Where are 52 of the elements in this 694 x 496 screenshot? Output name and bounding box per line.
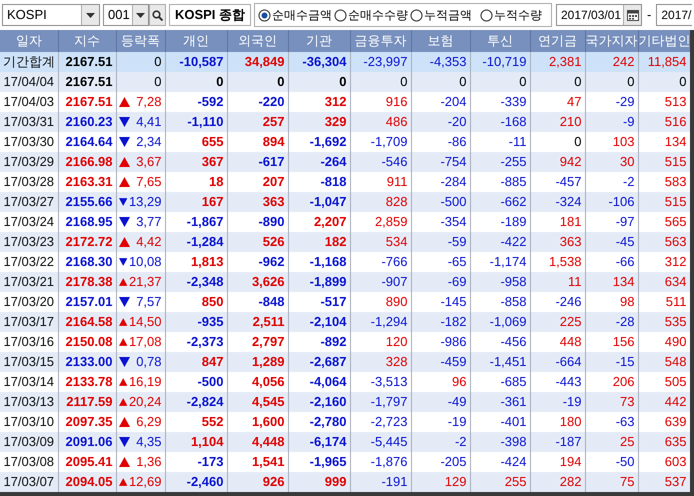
mode-radio[interactable]: 순매수수량 — [334, 6, 408, 24]
change-value: 3,67 — [136, 153, 162, 172]
mode-radio[interactable]: 누적수량 — [480, 6, 548, 24]
change-value: 0,78 — [136, 353, 162, 372]
change-value: 7,57 — [136, 293, 162, 312]
change-value: 1,36 — [136, 453, 162, 472]
start-date-field[interactable]: 2017/03/01 — [556, 4, 642, 26]
change-value: 21,37 — [128, 273, 162, 292]
change-value: 0 — [154, 53, 162, 72]
change-value: 3,77 — [136, 213, 162, 232]
change-value: 20,24 — [128, 393, 162, 412]
caret-icon — [136, 12, 145, 18]
change-value: 12,69 — [128, 473, 162, 492]
radio-icon[interactable] — [410, 8, 423, 22]
change-value: 13,29 — [128, 193, 162, 212]
value-cell: 129 — [411, 472, 470, 492]
value-cell: 282 — [530, 472, 585, 492]
value-cell: 255 — [470, 472, 530, 492]
change-value: 17,08 — [128, 333, 162, 352]
search-icon — [152, 10, 163, 20]
market-dropdown[interactable]: KOSPI — [2, 4, 100, 26]
calendar-icon[interactable] — [626, 9, 638, 21]
change-value: 2,34 — [136, 133, 162, 152]
change-value: 4,42 — [136, 233, 162, 252]
radio-icon[interactable] — [334, 8, 347, 22]
search-button[interactable] — [149, 4, 166, 26]
change-value: 16,19 — [128, 373, 162, 392]
change-value: 6,29 — [136, 413, 162, 432]
radio-icon[interactable] — [258, 8, 271, 22]
mode-radio[interactable]: 누적금액 — [410, 6, 478, 24]
change-value: 0 — [154, 73, 162, 92]
value-cell: 537 — [638, 472, 690, 492]
value-cell: -2,460 — [165, 472, 227, 492]
change-value: 10,08 — [128, 253, 162, 272]
change-value: 7,28 — [136, 93, 162, 112]
value-cell: 926 — [227, 472, 288, 492]
date-cell: 17/03/07 — [0, 472, 58, 492]
change-value: 4,35 — [136, 433, 162, 452]
index-cell: 2094.05 — [58, 472, 116, 492]
value-cell: -191 — [350, 472, 411, 492]
radio-icon[interactable] — [480, 8, 493, 22]
value-cell: 999 — [288, 472, 350, 492]
change-value: 7,65 — [136, 173, 162, 192]
value-cell: 75 — [585, 472, 638, 492]
change-value: 14,50 — [128, 313, 162, 332]
end-date-field[interactable]: 2017/ — [656, 4, 692, 26]
code-dropdown[interactable]: 001 — [103, 4, 149, 26]
date-separator: - — [646, 6, 652, 24]
caret-icon — [86, 12, 95, 18]
index-name: KOSPI 종합 — [169, 4, 251, 26]
mode-radio[interactable]: 순매수금액 — [258, 6, 332, 24]
change-value: 4,41 — [136, 113, 162, 132]
